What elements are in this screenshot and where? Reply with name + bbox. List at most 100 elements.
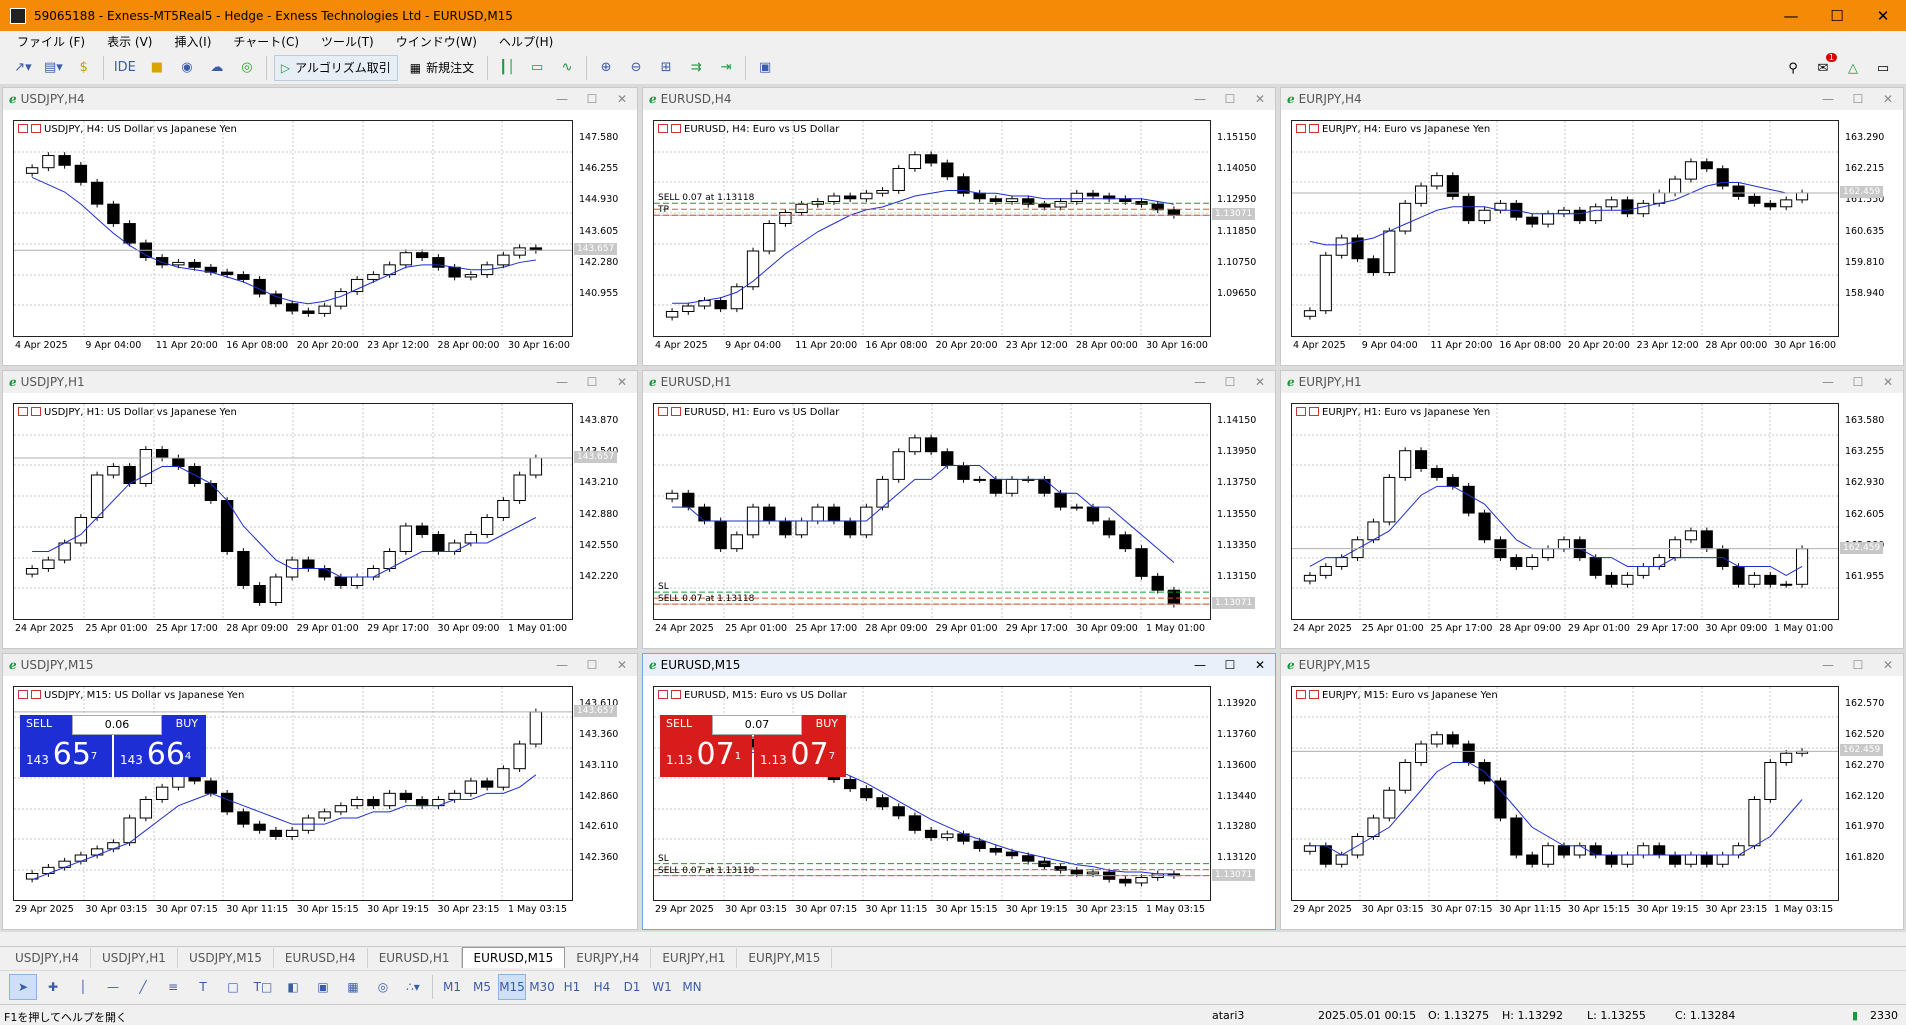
horizontal-line-icon[interactable]: — bbox=[99, 974, 127, 1000]
trade-label[interactable]: SELL 0.07 at 1.13118 bbox=[658, 866, 754, 876]
menu-chart[interactable]: チャート(C) bbox=[222, 33, 310, 50]
chart-maximize-button[interactable]: ☐ bbox=[1843, 92, 1873, 106]
chart-tab[interactable]: EURJPY,H1 bbox=[651, 948, 738, 968]
chart-maximize-button[interactable]: ☐ bbox=[1843, 375, 1873, 389]
chart-minimize-button[interactable]: — bbox=[1813, 375, 1843, 389]
close-button[interactable]: ✕ bbox=[1860, 0, 1906, 31]
timeframe-m1[interactable]: M1 bbox=[438, 974, 466, 1000]
trade-label[interactable]: SL bbox=[658, 854, 669, 864]
chart-window-eurjpy-m15[interactable]: ℯ EURJPY,M15 — ☐ ✕ EURJPY, M15: Euro vs Japan… bbox=[1280, 653, 1904, 930]
chart-maximize-button[interactable]: ☐ bbox=[1215, 375, 1245, 389]
chart-plot-area[interactable]: USDJPY, H1: US Dollar vs Japanese Yen bbox=[13, 403, 573, 620]
signal-icon[interactable]: ◉ bbox=[175, 55, 199, 81]
chart-plot-area[interactable]: SL SELL 0.07 at 1.13118 EURUSD, M15: Euro … bbox=[653, 686, 1211, 901]
chart-minimize-button[interactable]: — bbox=[1185, 375, 1215, 389]
shopping-bag-icon[interactable]: ■ bbox=[145, 55, 169, 81]
chart-minimize-button[interactable]: — bbox=[1813, 92, 1843, 106]
timeframe-m5[interactable]: M5 bbox=[468, 974, 496, 1000]
minimize-button[interactable]: — bbox=[1768, 0, 1814, 31]
auto-scroll-icon[interactable]: ⇉ bbox=[684, 55, 708, 81]
chart-maximize-button[interactable]: ☐ bbox=[1215, 658, 1245, 672]
notifications-icon[interactable]: ✉ 1 bbox=[1811, 53, 1837, 81]
account-icon[interactable]: △ bbox=[1841, 55, 1865, 81]
chart-close-button[interactable]: ✕ bbox=[1245, 92, 1275, 106]
cursor-icon[interactable]: ➤ bbox=[9, 973, 37, 1000]
chart-window-eurusd-h1[interactable]: ℯ EURUSD,H1 — ☐ ✕ SL SELL 0.07 at 1.13118 EURUS… bbox=[642, 370, 1276, 649]
chart-window-eurjpy-h1[interactable]: ℯ EURJPY,H1 — ☐ ✕ EURJPY, H1: Euro vs Japanes… bbox=[1280, 370, 1904, 649]
maximize-button[interactable]: ☐ bbox=[1814, 0, 1860, 31]
chart-tab[interactable]: EURUSD,M15 bbox=[461, 947, 566, 968]
chart-close-button[interactable]: ✕ bbox=[1245, 658, 1275, 672]
chart-close-button[interactable]: ✕ bbox=[1873, 658, 1903, 672]
trade-label[interactable]: SELL 0.07 at 1.13118 bbox=[658, 193, 754, 203]
timeframe-mn[interactable]: MN bbox=[678, 974, 706, 1000]
chart-close-button[interactable]: ✕ bbox=[607, 92, 637, 106]
chart-close-button[interactable]: ✕ bbox=[1873, 92, 1903, 106]
cloud-icon[interactable]: ☁ bbox=[205, 55, 229, 81]
chart-plot-area[interactable]: SL SELL 0.07 at 1.13118 EURUSD, H1: Euro v… bbox=[653, 403, 1211, 620]
chart-tab[interactable]: EURUSD,H4 bbox=[274, 948, 368, 968]
chart-close-button[interactable]: ✕ bbox=[607, 375, 637, 389]
timeframe-w1[interactable]: W1 bbox=[648, 974, 676, 1000]
chart-plot-area[interactable]: USDJPY, M15: US Dollar vs Japanese Yen SE… bbox=[13, 686, 573, 901]
chart-minimize-button[interactable]: — bbox=[1813, 658, 1843, 672]
timeframe-h1[interactable]: H1 bbox=[558, 974, 586, 1000]
chart-type-icon[interactable]: ▤▾ bbox=[41, 55, 66, 81]
ruler-icon[interactable]: ◧ bbox=[279, 974, 307, 1000]
trade-label[interactable]: TP bbox=[658, 205, 669, 215]
screenshot-icon[interactable]: ▣ bbox=[753, 55, 777, 81]
bar-chart-icon[interactable]: ┃│ bbox=[495, 55, 519, 81]
chart-window-eurusd-m15[interactable]: ℯ EURUSD,M15 — ☐ ✕ SL SELL 0.07 at 1.13118 EURU… bbox=[642, 653, 1276, 930]
timeframe-m30[interactable]: M30 bbox=[528, 974, 556, 1000]
button-object-icon[interactable]: ▦ bbox=[339, 974, 367, 1000]
chart-maximize-button[interactable]: ☐ bbox=[1215, 92, 1245, 106]
search-icon[interactable]: ⚲ bbox=[1781, 55, 1805, 81]
tile-windows-icon[interactable]: ⊞ bbox=[654, 55, 678, 81]
panel-toggle-icon[interactable]: ▭ bbox=[1871, 55, 1895, 81]
chart-window-eurjpy-h4[interactable]: ℯ EURJPY,H4 — ☐ ✕ EURJPY, H4: Euro vs Japanes… bbox=[1280, 87, 1904, 366]
shapes-icon[interactable]: □ bbox=[219, 974, 247, 1000]
chart-tab[interactable]: EURJPY,H4 bbox=[565, 948, 652, 968]
chart-maximize-button[interactable]: ☐ bbox=[577, 92, 607, 106]
chart-plot-area[interactable]: EURJPY, H4: Euro vs Japanese Yen bbox=[1291, 120, 1839, 337]
chart-close-button[interactable]: ✕ bbox=[607, 658, 637, 672]
chart-maximize-button[interactable]: ☐ bbox=[1843, 658, 1873, 672]
menu-file[interactable]: ファイル (F) bbox=[6, 33, 96, 50]
chart-close-button[interactable]: ✕ bbox=[1873, 375, 1903, 389]
volume-input[interactable]: 0.06 bbox=[72, 715, 162, 735]
chart-minimize-button[interactable]: — bbox=[1185, 92, 1215, 106]
new-order-button[interactable]: ▦ 新規注文 bbox=[404, 55, 480, 81]
image-icon[interactable]: ▣ bbox=[309, 974, 337, 1000]
label-icon[interactable]: T□ bbox=[249, 974, 277, 1000]
more-tools-icon[interactable]: ∴▾ bbox=[399, 974, 427, 1000]
chart-maximize-button[interactable]: ☐ bbox=[577, 658, 607, 672]
chart-maximize-button[interactable]: ☐ bbox=[577, 375, 607, 389]
chart-window-usdjpy-h1[interactable]: ℯ USDJPY,H1 — ☐ ✕ USDJPY, H1: US Dollar vs Ja… bbox=[2, 370, 638, 649]
chart-close-button[interactable]: ✕ bbox=[1245, 375, 1275, 389]
vertical-line-icon[interactable]: │ bbox=[69, 974, 97, 1000]
ide-button[interactable]: IDE bbox=[111, 55, 139, 81]
timeframe-h4[interactable]: H4 bbox=[588, 974, 616, 1000]
chart-plot-area[interactable]: USDJPY, H4: US Dollar vs Japanese Yen bbox=[13, 120, 573, 337]
chart-window-eurusd-h4[interactable]: ℯ EURUSD,H4 — ☐ ✕ SELL 0.07 at 1.13118 TP EURUS… bbox=[642, 87, 1276, 366]
chart-tab[interactable]: EURJPY,M15 bbox=[737, 948, 833, 968]
chart-plot-area[interactable]: SELL 0.07 at 1.13118 TP EURUSD, H4: Euro v… bbox=[653, 120, 1211, 337]
trade-label[interactable]: SELL 0.07 at 1.13118 bbox=[658, 594, 754, 604]
vps-icon[interactable]: ◎ bbox=[235, 55, 259, 81]
channel-icon[interactable]: ≡ bbox=[159, 974, 187, 1000]
menu-help[interactable]: ヘルプ(H) bbox=[488, 33, 564, 50]
chart-tab[interactable]: USDJPY,M15 bbox=[178, 948, 274, 968]
timeframe-m15[interactable]: M15 bbox=[498, 973, 526, 1000]
menu-insert[interactable]: 挿入(I) bbox=[163, 33, 222, 50]
chart-tab[interactable]: USDJPY,H1 bbox=[91, 948, 178, 968]
candle-chart-icon[interactable]: ▭ bbox=[525, 55, 549, 81]
chart-tab[interactable]: USDJPY,H4 bbox=[4, 948, 91, 968]
menu-window[interactable]: ウインドウ(W) bbox=[385, 33, 488, 50]
chart-shift-icon[interactable]: ⇥ bbox=[714, 55, 738, 81]
new-chart-icon[interactable]: ↗▾ bbox=[11, 55, 35, 81]
chart-minimize-button[interactable]: — bbox=[1185, 658, 1215, 672]
object-list-icon[interactable]: ◎ bbox=[369, 974, 397, 1000]
chart-minimize-button[interactable]: — bbox=[547, 375, 577, 389]
zoom-out-icon[interactable]: ⊖ bbox=[624, 55, 648, 81]
line-chart-icon[interactable]: ∿ bbox=[555, 55, 579, 81]
